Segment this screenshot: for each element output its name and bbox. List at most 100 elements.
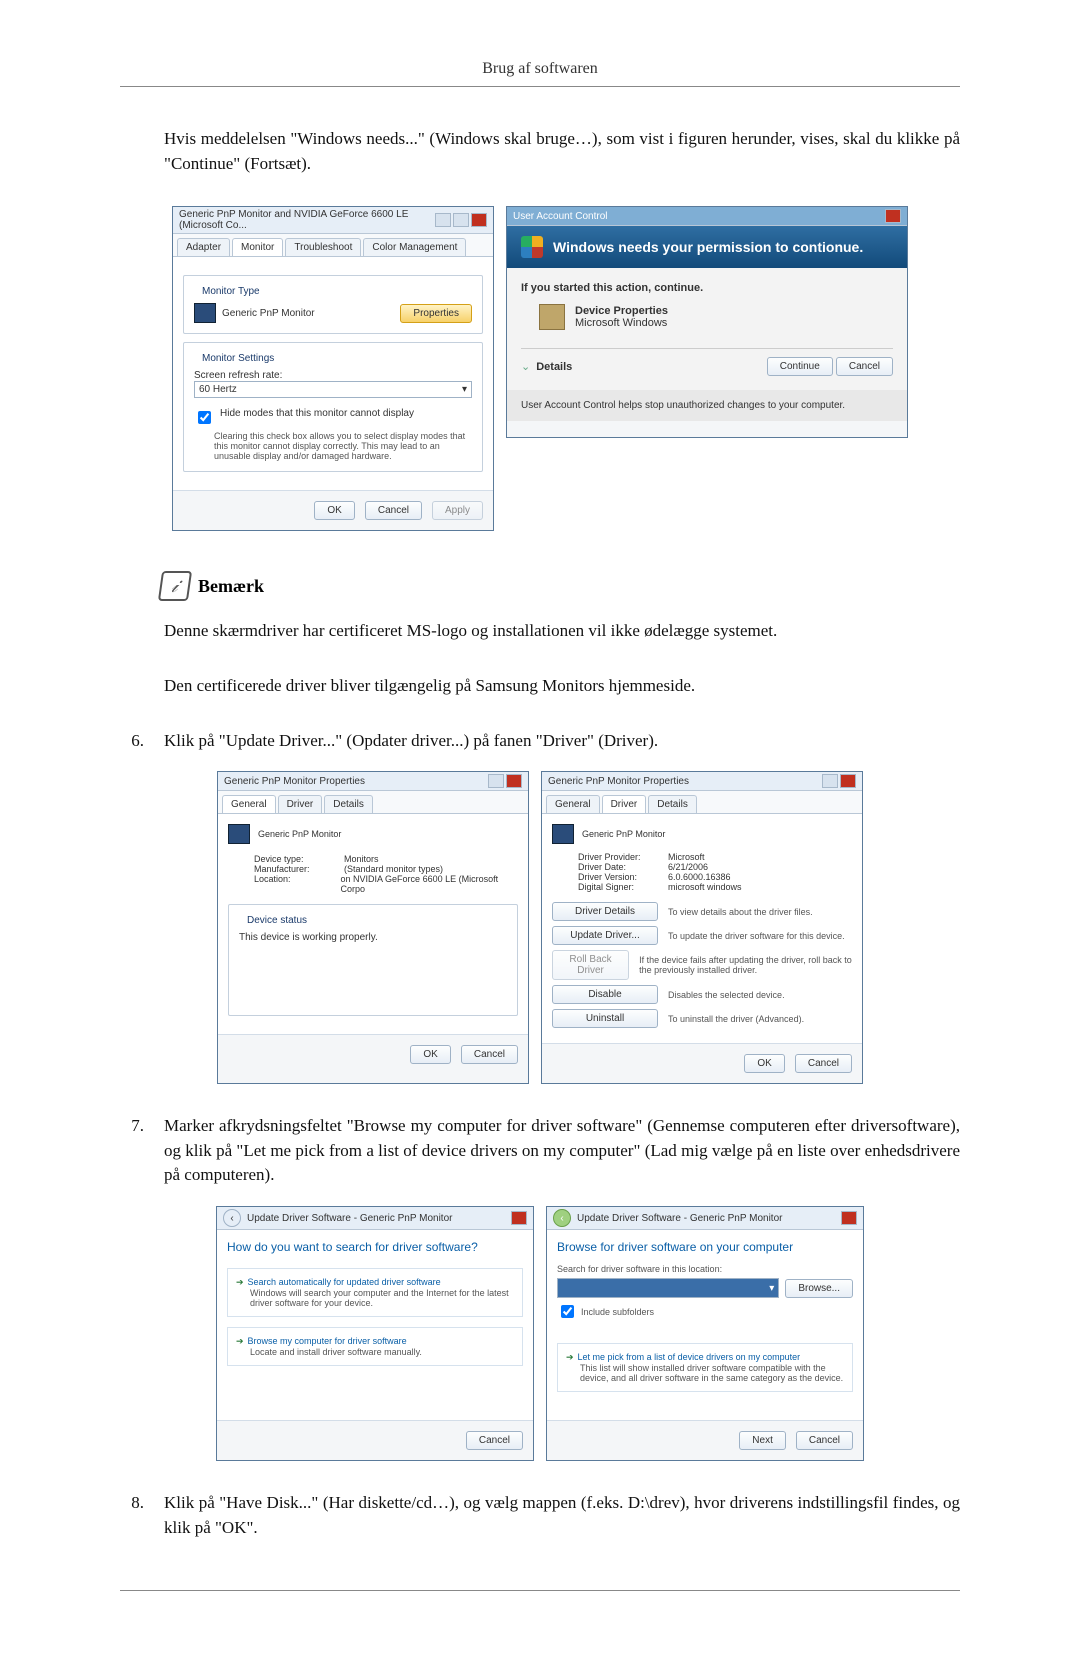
digital-signer-value: microsoft windows — [668, 882, 742, 892]
search-location-label: Search for driver software in this locat… — [557, 1264, 853, 1274]
props-right-name: Generic PnP Monitor — [582, 829, 665, 839]
tab-details[interactable]: Details — [324, 795, 373, 813]
uninstall-button[interactable]: Uninstall — [552, 1009, 658, 1028]
path-combobox[interactable]: ▾ — [557, 1278, 779, 1298]
intro-text: Hvis meddelelsen "Windows needs..." (Win… — [120, 127, 960, 176]
tab-color-management[interactable]: Color Management — [363, 238, 466, 256]
uninstall-desc: To uninstall the driver (Advanced). — [668, 1014, 804, 1024]
tab-driver[interactable]: Driver — [602, 795, 647, 813]
note-text-2: Den certificerede driver bliver tilgænge… — [120, 674, 960, 699]
wiz-opt-auto-desc: Windows will search your computer and th… — [250, 1288, 514, 1308]
chevron-down-icon: ▾ — [462, 384, 467, 395]
device-status-label: Device status — [243, 915, 311, 926]
ok-button[interactable]: OK — [744, 1054, 784, 1073]
back-icon[interactable]: ‹ — [553, 1209, 571, 1227]
cancel-button[interactable]: Cancel — [466, 1431, 523, 1450]
step-number: 7. — [120, 1114, 144, 1188]
tab-adapter[interactable]: Adapter — [177, 238, 230, 256]
wiz-opt-browse-desc: Locate and install driver software manua… — [250, 1347, 514, 1357]
cancel-button[interactable]: Cancel — [796, 1431, 853, 1450]
close-icon — [841, 1211, 857, 1225]
cancel-button[interactable]: Cancel — [795, 1054, 852, 1073]
location-value: on NVIDIA GeForce 6600 LE (Microsoft Cor… — [341, 874, 518, 894]
driver-version-value: 6.0.6000.16386 — [668, 872, 731, 882]
driver-version-label: Driver Version: — [578, 872, 668, 882]
uac-if-started: If you started this action, continue. — [521, 282, 893, 294]
uac-footer: User Account Control helps stop unauthor… — [507, 390, 907, 421]
disable-desc: Disables the selected device. — [668, 990, 785, 1000]
uac-titlebar: User Account Control — [513, 211, 608, 222]
monitor-type-label: Monitor Type — [198, 286, 264, 297]
ok-button[interactable]: OK — [314, 501, 354, 520]
cancel-button[interactable]: Cancel — [836, 357, 893, 376]
driver-provider-label: Driver Provider: — [578, 852, 668, 862]
monitor-name: Generic PnP Monitor — [222, 308, 315, 319]
rollback-driver-button[interactable]: Roll Back Driver — [552, 950, 629, 980]
footer-rule — [120, 1590, 960, 1591]
update-driver-desc: To update the driver software for this d… — [668, 931, 845, 941]
monitor-icon — [552, 824, 574, 844]
driver-provider-value: Microsoft — [668, 852, 705, 862]
cancel-button[interactable]: Cancel — [461, 1045, 518, 1064]
wiz-right-title: Update Driver Software - Generic PnP Mon… — [577, 1213, 782, 1224]
browse-button[interactable]: Browse... — [785, 1279, 853, 1298]
monitor-icon — [194, 303, 216, 323]
pick-from-list-desc: This list will show installed driver sof… — [580, 1363, 844, 1383]
tab-general[interactable]: General — [222, 795, 276, 813]
device-type-value: Monitors — [344, 854, 379, 864]
wiz-right-heading: Browse for driver software on your compu… — [557, 1240, 853, 1254]
program-icon — [539, 304, 565, 330]
step-number: 6. — [120, 729, 144, 754]
apply-button[interactable]: Apply — [432, 501, 483, 520]
tab-monitor[interactable]: Monitor — [232, 238, 283, 256]
pick-from-list[interactable]: ➔Let me pick from a list of device drive… — [566, 1352, 844, 1363]
tab-driver[interactable]: Driver — [278, 795, 323, 813]
note-text-1: Denne skærmdriver har certificeret MS-lo… — [120, 619, 960, 644]
step7-text: Marker afkrydsningsfeltet "Browse my com… — [164, 1114, 960, 1188]
wiz-opt-browse[interactable]: ➔Browse my computer for driver software — [236, 1336, 514, 1347]
device-status-text: This device is working properly. — [239, 932, 507, 943]
tab-general[interactable]: General — [546, 795, 600, 813]
props-left-name: Generic PnP Monitor — [258, 829, 341, 839]
shield-icon — [521, 236, 543, 258]
chevron-down-icon: ▾ — [769, 1283, 774, 1294]
refresh-rate-select[interactable]: 60 Hertz▾ — [194, 381, 472, 398]
close-icon — [506, 774, 522, 788]
wiz-opt-auto[interactable]: ➔Search automatically for updated driver… — [236, 1277, 514, 1288]
step-number: 8. — [120, 1491, 144, 1540]
arrow-right-icon: ➔ — [236, 1277, 244, 1287]
continue-button[interactable]: Continue — [767, 357, 833, 376]
back-icon[interactable]: ‹ — [223, 1209, 241, 1227]
tab-troubleshoot[interactable]: Troubleshoot — [285, 238, 361, 256]
props-right-title: Generic PnP Monitor Properties — [548, 776, 689, 787]
refresh-rate-label: Screen refresh rate: — [194, 370, 472, 381]
close-icon — [511, 1211, 527, 1225]
ok-button[interactable]: OK — [410, 1045, 450, 1064]
uac-details[interactable]: Details — [536, 361, 572, 373]
disable-button[interactable]: Disable — [552, 985, 658, 1004]
properties-button[interactable]: Properties — [400, 304, 472, 323]
next-button[interactable]: Next — [739, 1431, 786, 1450]
driver-details-button[interactable]: Driver Details — [552, 902, 658, 921]
arrow-right-icon: ➔ — [566, 1352, 574, 1362]
page-header-title: Brug af softwaren — [120, 60, 960, 78]
step6-text: Klik på "Update Driver..." (Opdater driv… — [164, 729, 960, 754]
wiz-left-title: Update Driver Software - Generic PnP Mon… — [247, 1213, 452, 1224]
wiz-left-heading: How do you want to search for driver sof… — [227, 1240, 523, 1254]
props-driver-screenshot: Generic PnP Monitor Properties General D… — [541, 771, 863, 1084]
cancel-button[interactable]: Cancel — [365, 501, 422, 520]
monitor-dialog-title: Generic PnP Monitor and NVIDIA GeForce 6… — [179, 209, 435, 231]
include-subfolders-checkbox[interactable] — [561, 1305, 574, 1318]
digital-signer-label: Digital Signer: — [578, 882, 668, 892]
close-icon — [840, 774, 856, 788]
update-driver-button[interactable]: Update Driver... — [552, 926, 658, 945]
hide-modes-checkbox[interactable] — [198, 411, 211, 424]
manufacturer-label: Manufacturer: — [254, 864, 344, 874]
tab-details[interactable]: Details — [648, 795, 697, 813]
monitor-icon — [228, 824, 250, 844]
props-left-title: Generic PnP Monitor Properties — [224, 776, 365, 787]
wizard-search-screenshot: ‹ Update Driver Software - Generic PnP M… — [216, 1206, 534, 1461]
note-icon: 𝒾 — [158, 571, 192, 601]
close-icon — [885, 209, 901, 223]
uac-dialog-screenshot: User Account Control Windows needs your … — [506, 206, 908, 438]
